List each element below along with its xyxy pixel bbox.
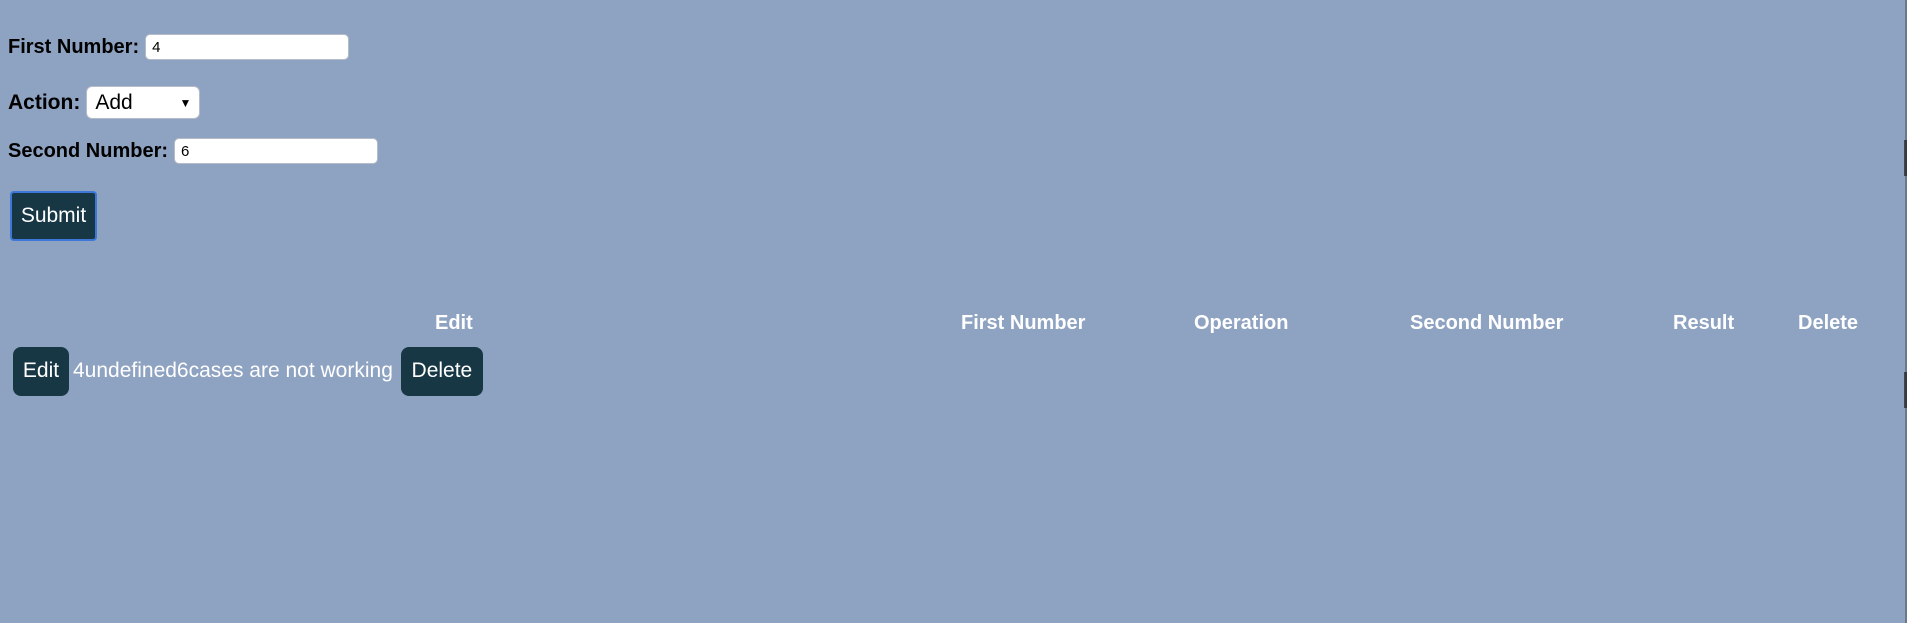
header-operation: Operation (1194, 312, 1289, 334)
row-text: 4undefined6cases are not working (73, 359, 393, 382)
action-row: Action: Add ▼ (8, 86, 201, 119)
second-number-row: Second Number: (8, 138, 379, 164)
first-number-label: First Number: (8, 35, 140, 58)
dropdown-arrow-icon: ▼ (179, 95, 192, 110)
header-delete: Delete (1798, 312, 1859, 334)
submit-button[interactable]: Submit (10, 191, 97, 241)
action-selected-value: Add (95, 90, 133, 114)
second-number-label: Second Number: (8, 139, 169, 162)
first-number-row: First Number: (8, 34, 350, 60)
header-result: Result (1673, 312, 1735, 334)
header-first-number: First Number (961, 312, 1086, 334)
app-page: First Number: Action: Add ▼ Second Numbe… (0, 0, 1907, 623)
first-number-input[interactable] (145, 34, 350, 60)
second-number-input[interactable] (174, 138, 379, 164)
action-select[interactable]: Add ▼ (86, 86, 201, 119)
action-label: Action: (8, 90, 81, 114)
delete-button[interactable]: Delete (400, 346, 483, 396)
edit-button[interactable]: Edit (13, 346, 69, 396)
table-row: Edit 4undefined6cases are not working De… (13, 346, 483, 396)
header-edit: Edit (435, 312, 473, 334)
results-table-header: Edit First Number Operation Second Numbe… (0, 312, 1907, 342)
header-second-number: Second Number (1410, 312, 1564, 334)
